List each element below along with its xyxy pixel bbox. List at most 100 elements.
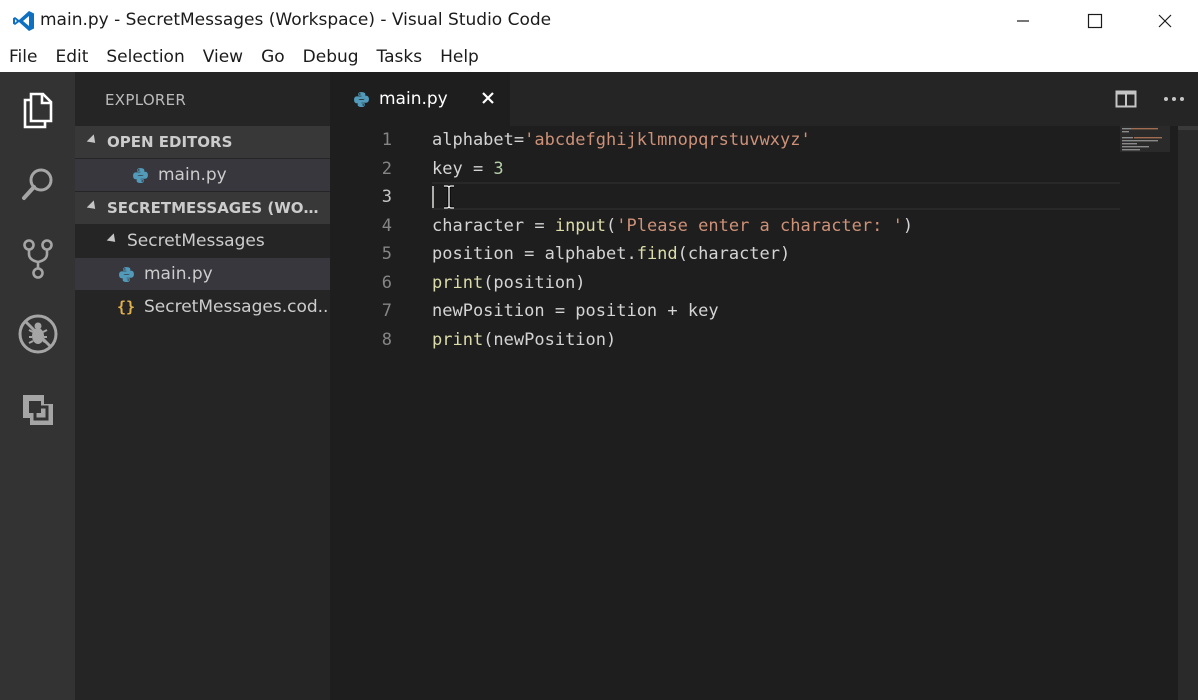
menu-tasks[interactable]: Tasks: [368, 47, 432, 67]
line-number: 1: [381, 130, 392, 150]
line-text: print(position): [432, 269, 586, 297]
python-icon: [352, 90, 370, 108]
workspace-label: SECRETMESSAGES (WORKS...: [107, 199, 330, 217]
line-text: position = alphabet.find(character): [432, 240, 790, 268]
minimize-icon: [1017, 20, 1029, 22]
activity-extensions[interactable]: [14, 386, 62, 434]
files-icon: [23, 92, 53, 129]
menu-debug[interactable]: Debug: [294, 47, 368, 67]
code-line-3-current: 3: [330, 182, 1120, 212]
code-token: alphabet=: [432, 130, 525, 150]
string-token: 'abcdefghijklmnopqrstuvwxyz': [524, 130, 811, 150]
code-line-8: 8 print(newPosition): [330, 326, 1120, 355]
function-token: print: [432, 329, 484, 350]
menu-edit[interactable]: Edit: [46, 47, 97, 67]
text-caret: [432, 186, 434, 208]
line-number: 2: [381, 158, 392, 179]
explorer-sidebar: EXPLORER OPEN EDITORS main.py SECRETMESS…: [75, 72, 330, 700]
maximize-icon: [1087, 13, 1103, 29]
chevron-down-icon: [106, 232, 119, 245]
code-token: (character): [677, 244, 791, 264]
current-line-highlight: [432, 182, 1120, 210]
code-token: (: [606, 215, 617, 236]
chevron-down-icon: [86, 133, 99, 146]
menu-help[interactable]: Help: [431, 47, 488, 67]
line-text: character = input('Please enter a charac…: [432, 212, 913, 240]
workspace-header[interactable]: SECRETMESSAGES (WORKS...: [75, 192, 330, 224]
activity-bar: [0, 72, 75, 700]
code-token: (newPosition): [483, 329, 617, 350]
line-number: 5: [381, 244, 392, 264]
line-number: 4: [381, 215, 392, 236]
line-number: 6: [381, 272, 392, 293]
string-token: 'Please enter a character: ': [616, 215, 903, 236]
vertical-scrollbar[interactable]: [1178, 126, 1198, 700]
vscode-window: main.py - SecretMessages (Workspace) - V…: [0, 0, 1198, 700]
scrollbar-thumb[interactable]: [1178, 126, 1198, 130]
chevron-down-icon: [86, 199, 99, 212]
editor-group: main.py 1 alphabet='abcdefghijklmnopqrst…: [330, 72, 1198, 700]
split-editor-button[interactable]: [1114, 87, 1138, 111]
source-control-icon: [23, 239, 53, 279]
debug-no-bug-icon: [18, 314, 58, 354]
line-text: newPosition = position + key: [432, 297, 719, 325]
title-bar: main.py - SecretMessages (Workspace) - V…: [0, 0, 1198, 42]
code-line-2: 2 key = 3: [330, 155, 1120, 184]
line-text: print(newPosition): [432, 326, 616, 354]
code-line-4: 4 character = input('Please enter a char…: [330, 212, 1120, 241]
vscode-logo-icon: [13, 11, 34, 31]
activity-source-control[interactable]: [14, 235, 62, 283]
tab-main-py[interactable]: main.py: [330, 72, 510, 126]
open-editors-label: OPEN EDITORS: [107, 133, 233, 151]
menu-bar: File Edit Selection View Go Debug Tasks …: [0, 42, 1198, 72]
menu-file[interactable]: File: [0, 47, 46, 67]
function-token: print: [432, 272, 484, 293]
extensions-icon: [23, 395, 53, 425]
code-token: key =: [432, 158, 494, 179]
function-token: input: [554, 215, 607, 236]
activity-explorer[interactable]: [14, 86, 62, 134]
folder-secretmessages[interactable]: SecretMessages: [75, 225, 330, 257]
line-number: 3: [381, 187, 392, 207]
function-token: find: [636, 244, 678, 264]
menu-go[interactable]: Go: [252, 47, 294, 67]
file-item-workspace[interactable]: {} SecretMessages.cod...: [75, 291, 330, 323]
tab-label: main.py: [379, 89, 448, 109]
file-item-main-py[interactable]: main.py: [75, 258, 330, 290]
activity-search[interactable]: [14, 160, 62, 208]
file-label: main.py: [144, 264, 213, 284]
json-braces-icon: {}: [116, 298, 136, 316]
code-token: character =: [432, 215, 555, 236]
file-label: SecretMessages.cod...: [144, 297, 330, 317]
minimap[interactable]: [1120, 126, 1170, 246]
line-number: 7: [381, 301, 392, 321]
close-window-button[interactable]: [1130, 0, 1198, 42]
close-icon: [482, 92, 494, 104]
minimize-button[interactable]: [988, 0, 1058, 42]
line-text: key = 3: [432, 155, 504, 183]
ibeam-cursor-icon: [444, 185, 454, 209]
sidebar-title: EXPLORER: [105, 91, 187, 109]
code-token: (position): [483, 272, 586, 293]
menu-view[interactable]: View: [194, 47, 252, 67]
code-line-7: 7 newPosition = position + key: [330, 297, 1120, 326]
open-editors-header[interactable]: OPEN EDITORS: [75, 126, 330, 158]
folder-label: SecretMessages: [127, 231, 265, 251]
more-actions-button[interactable]: [1162, 87, 1186, 111]
code-line-5: 5 position = alphabet.find(character): [330, 240, 1120, 269]
code-editor[interactable]: 1 alphabet='abcdefghijklmnopqrstuvwxyz' …: [330, 126, 1198, 700]
ellipsis-icon: [1164, 97, 1184, 101]
line-text: alphabet='abcdefghijklmnopqrstuvwxyz': [432, 126, 811, 154]
line-number: 8: [381, 329, 392, 350]
activity-debug[interactable]: [14, 310, 62, 358]
code-token: ): [902, 215, 914, 236]
number-token: 3: [493, 158, 504, 179]
open-editor-label: main.py: [158, 165, 227, 185]
menu-selection[interactable]: Selection: [97, 47, 193, 67]
tab-bar: main.py: [330, 72, 1198, 126]
search-icon: [22, 168, 53, 200]
maximize-button[interactable]: [1060, 0, 1130, 42]
split-editor-icon: [1115, 90, 1137, 108]
tab-close-button[interactable]: [478, 88, 498, 108]
open-editor-item-main-py[interactable]: main.py: [75, 159, 330, 191]
